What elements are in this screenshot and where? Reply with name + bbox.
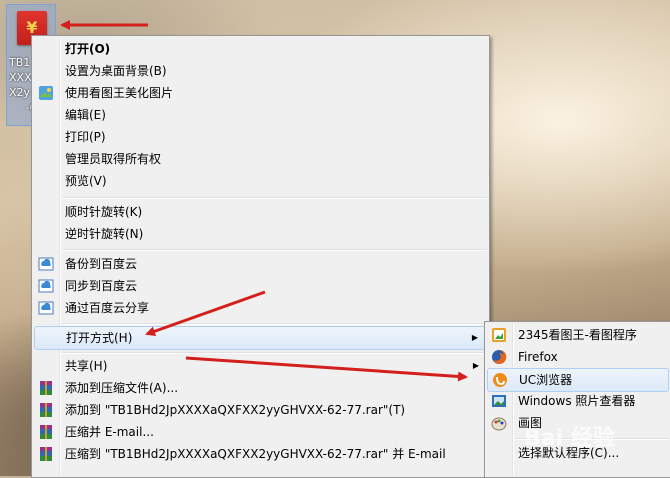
submenu-arrow-icon: ▶ bbox=[472, 361, 479, 370]
menu-item-open[interactable]: 打开(O) bbox=[34, 38, 487, 60]
baidu-cloud-icon bbox=[38, 257, 54, 271]
submenu-item-photo-viewer[interactable]: Windows 照片查看器 bbox=[487, 390, 669, 412]
menu-item-edit[interactable]: 编辑(E) bbox=[34, 104, 487, 126]
menu-item-label: 管理员取得所有权 bbox=[65, 152, 162, 166]
menu-separator bbox=[62, 249, 487, 251]
menu-item-label: 添加到压缩文件(A)... bbox=[65, 381, 179, 395]
winrar-icon bbox=[40, 425, 52, 439]
menu-item-label: 备份到百度云 bbox=[65, 257, 138, 271]
menu-item-compress-email[interactable]: 压缩并 E-mail... bbox=[34, 421, 487, 443]
watermark: Bai 经验 bbox=[524, 426, 615, 451]
menu-separator bbox=[62, 352, 487, 354]
menu-separator bbox=[62, 197, 487, 199]
menu-item-open-with[interactable]: 打开方式(H) ▶ bbox=[34, 326, 487, 350]
submenu-item-2345-viewer[interactable]: 2345看图王-看图程序 bbox=[487, 324, 669, 346]
submenu-arrow-icon: ▶ bbox=[471, 333, 478, 342]
baidu-cloud-icon bbox=[38, 279, 54, 293]
winrar-icon bbox=[40, 403, 52, 417]
open-with-submenu: 2345看图王-看图程序 Firefox UC浏览器 Windows 照片查看器… bbox=[484, 321, 670, 478]
submenu-item-uc-browser[interactable]: UC浏览器 bbox=[487, 368, 669, 392]
menu-item-label: Windows 照片查看器 bbox=[518, 394, 636, 408]
menu-separator bbox=[62, 323, 487, 325]
menu-item-rotate-ccw[interactable]: 逆时针旋转(N) bbox=[34, 223, 487, 245]
menu-item-label: 打印(P) bbox=[65, 130, 106, 144]
menu-item-preview[interactable]: 预览(V) bbox=[34, 170, 487, 192]
menu-item-sync-baidu[interactable]: 同步到百度云 bbox=[34, 275, 487, 297]
menu-item-label: 共享(H) bbox=[65, 359, 108, 373]
menu-item-print[interactable]: 打印(P) bbox=[34, 126, 487, 148]
menu-item-beautify[interactable]: 使用看图王美化图片 bbox=[34, 82, 487, 104]
menu-item-rotate-cw[interactable]: 顺时针旋转(K) bbox=[34, 201, 487, 223]
menu-item-label: 逆时针旋转(N) bbox=[65, 227, 144, 241]
firefox-icon bbox=[492, 349, 507, 364]
photo-viewer-icon bbox=[492, 395, 506, 407]
menu-item-add-to-rar[interactable]: 添加到 "TB1BHd2JpXXXXaQXFXX2yyGHVXX-62-77.r… bbox=[34, 399, 487, 421]
menu-item-label: 打开方式(H) bbox=[66, 331, 133, 345]
menu-item-label: 设置为桌面背景(B) bbox=[65, 64, 167, 78]
paint-icon bbox=[491, 417, 507, 431]
menu-item-label: 添加到 "TB1BHd2JpXXXXaQXFXX2yyGHVXX-62-77.r… bbox=[65, 403, 406, 417]
menu-item-label: 使用看图王美化图片 bbox=[65, 86, 174, 100]
uc-browser-icon bbox=[493, 373, 507, 387]
context-menu: 打开(O) 设置为桌面背景(B) 使用看图王美化图片 编辑(E) 打印(P) 管… bbox=[31, 35, 490, 478]
picture-king-icon bbox=[39, 86, 53, 100]
menu-item-label: 顺时针旋转(K) bbox=[65, 205, 143, 219]
menu-item-label: 打开(O) bbox=[65, 42, 111, 56]
winrar-icon bbox=[40, 381, 52, 395]
menu-item-label: 预览(V) bbox=[65, 174, 107, 188]
menu-item-share-baidu[interactable]: 通过百度云分享 bbox=[34, 297, 487, 319]
menu-item-label: 压缩到 "TB1BHd2JpXXXXaQXFXX2yyGHVXX-62-77.r… bbox=[65, 447, 446, 461]
menu-item-label: 通过百度云分享 bbox=[65, 301, 150, 315]
2345-viewer-icon bbox=[492, 328, 506, 342]
menu-item-label: 同步到百度云 bbox=[65, 279, 138, 293]
menu-item-label: UC浏览器 bbox=[519, 373, 573, 387]
winrar-icon bbox=[40, 447, 52, 461]
menu-item-label: 压缩并 E-mail... bbox=[65, 425, 154, 439]
menu-item-backup-baidu[interactable]: 备份到百度云 bbox=[34, 253, 487, 275]
menu-item-set-wallpaper[interactable]: 设置为桌面背景(B) bbox=[34, 60, 487, 82]
baidu-cloud-icon bbox=[38, 301, 54, 315]
menu-item-label: Firefox bbox=[518, 350, 558, 364]
menu-item-compress-to-rar-email[interactable]: 压缩到 "TB1BHd2JpXXXXaQXFXX2yyGHVXX-62-77.r… bbox=[34, 443, 487, 465]
menu-item-share[interactable]: 共享(H) ▶ bbox=[34, 355, 487, 377]
menu-item-label: 2345看图王-看图程序 bbox=[518, 328, 637, 342]
menu-item-add-archive[interactable]: 添加到压缩文件(A)... bbox=[34, 377, 487, 399]
menu-item-label: 编辑(E) bbox=[65, 108, 106, 122]
submenu-item-firefox[interactable]: Firefox bbox=[487, 346, 669, 368]
menu-item-take-ownership[interactable]: 管理员取得所有权 bbox=[34, 148, 487, 170]
